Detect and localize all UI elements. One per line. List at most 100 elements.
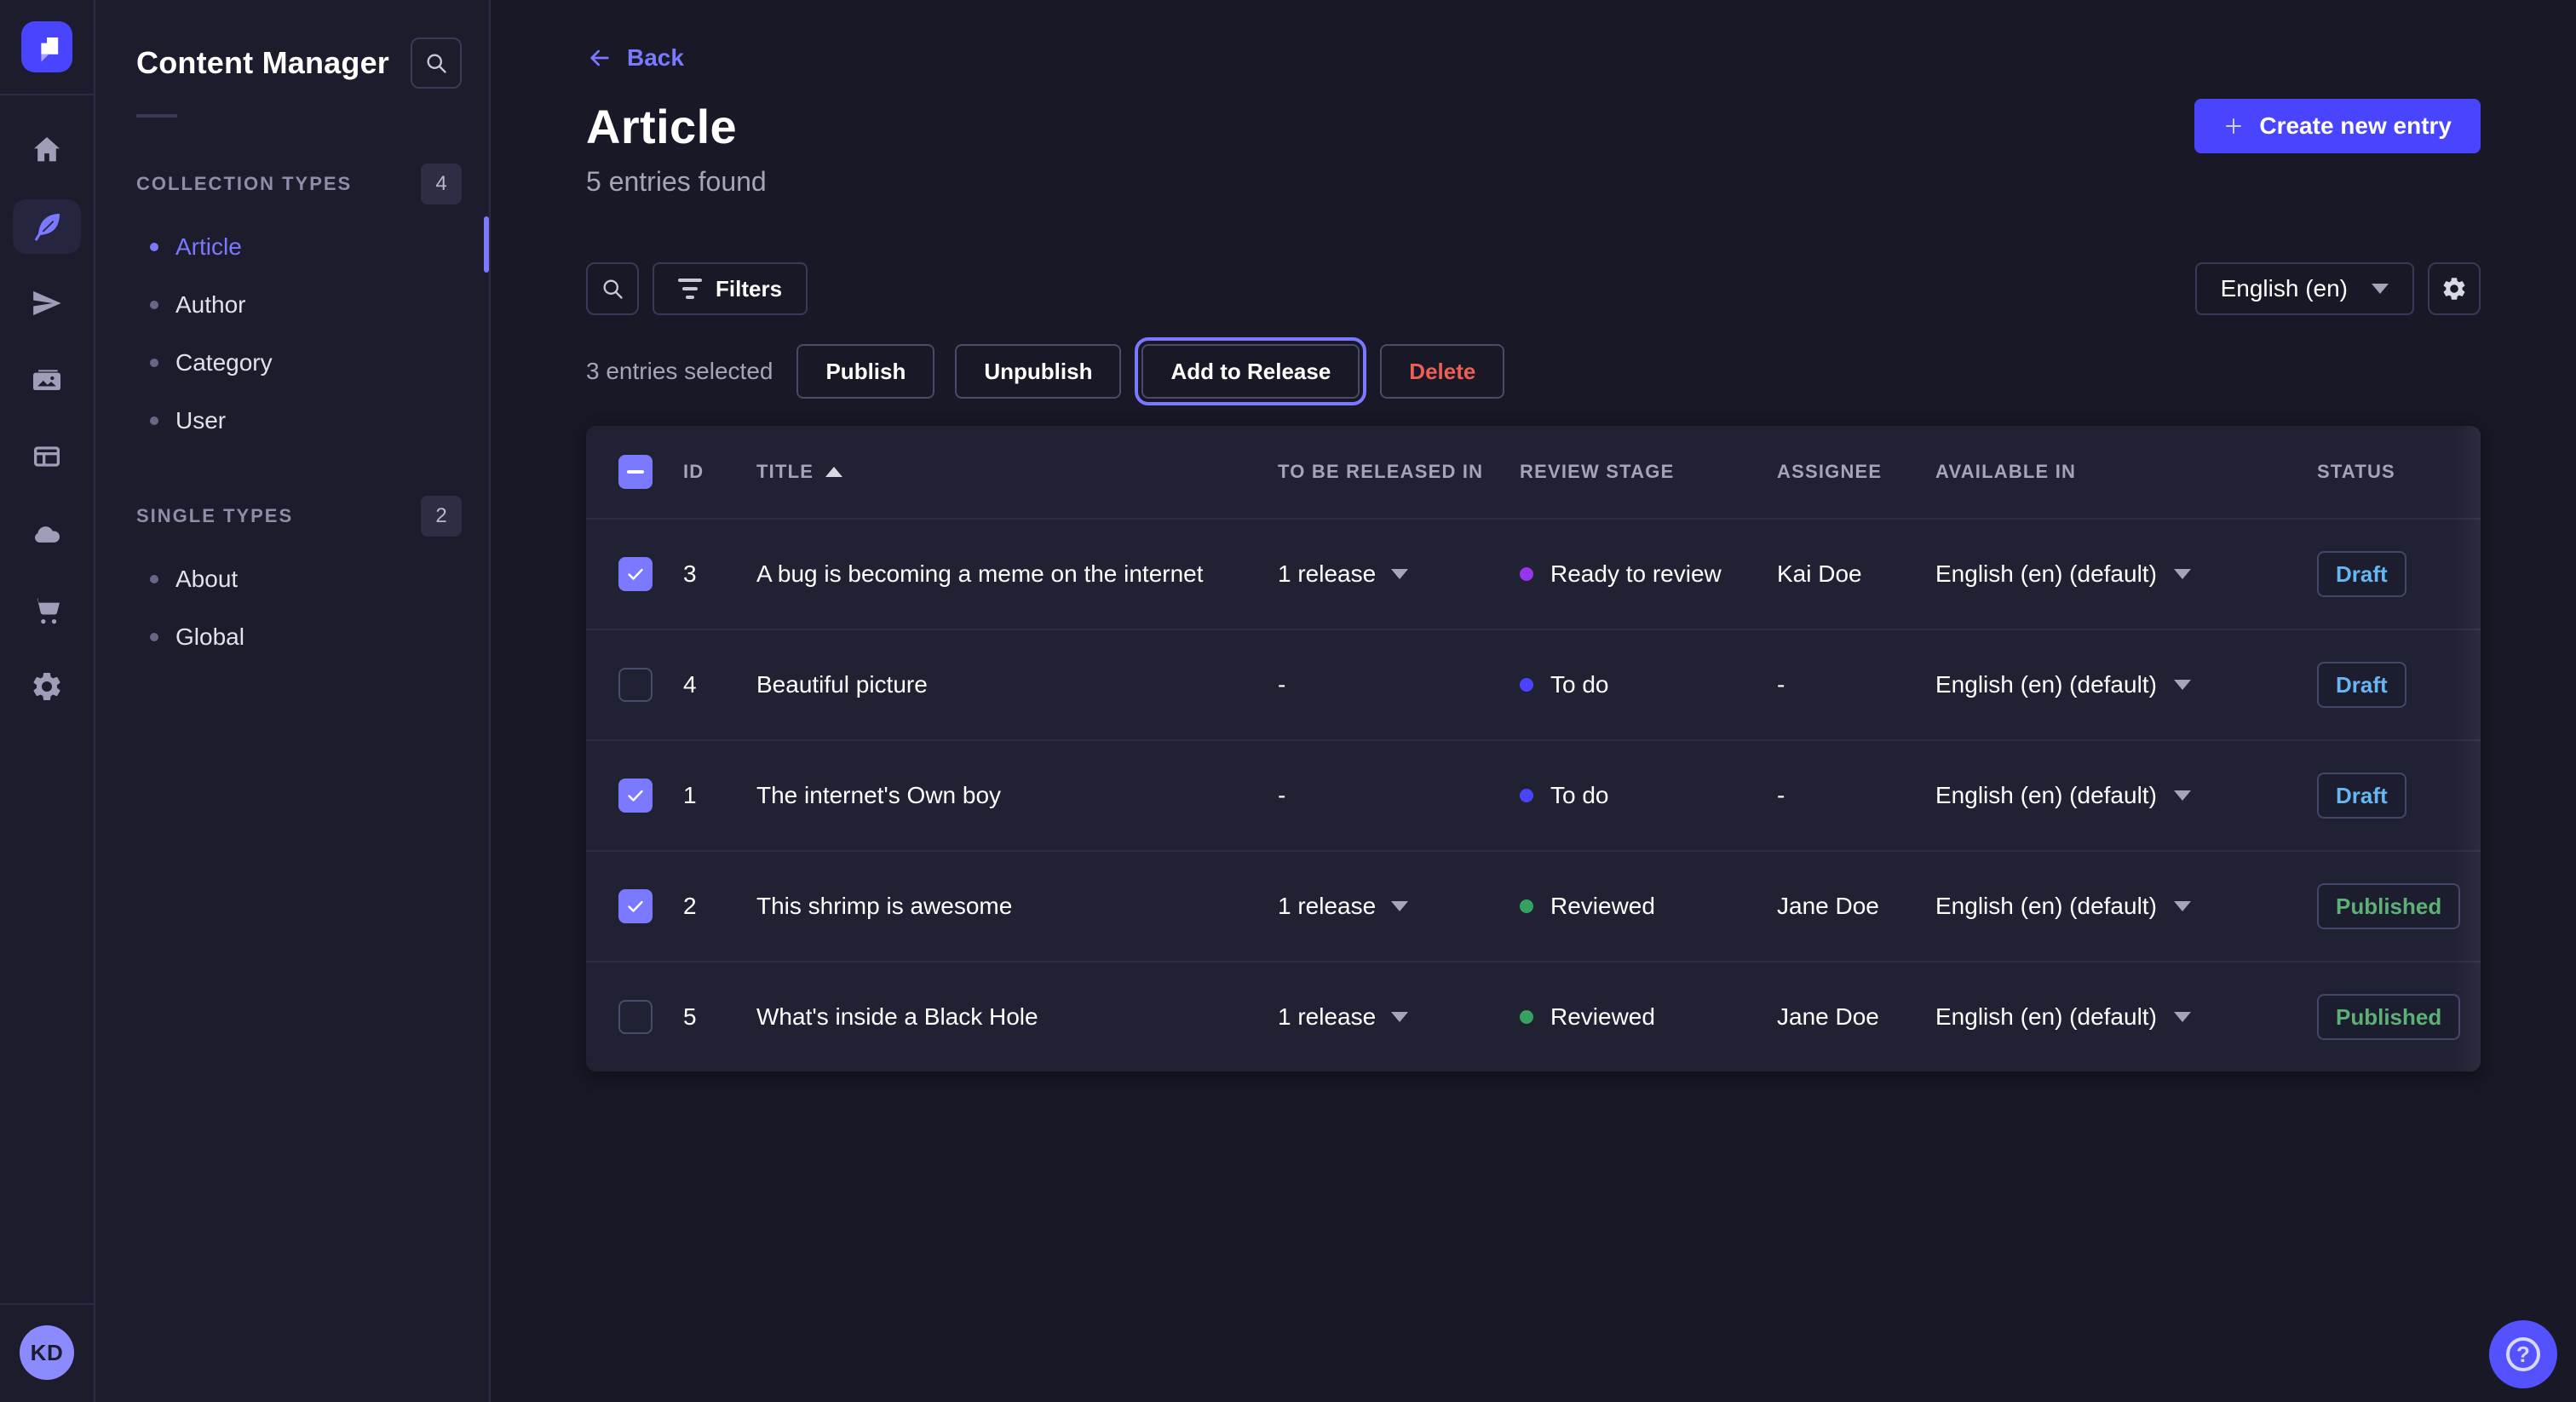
review-stage-dot [1520,789,1533,802]
status-badge: Draft [2317,551,2406,597]
content-manager-sidebar: Content Manager COLLECTION TYPES 4 Artic… [95,0,491,1402]
list-search-button[interactable] [586,262,639,315]
cell-release: 1 release [1278,1003,1376,1031]
entries-table: ID TITLE TO BE RELEASED IN REVIEW STAGE … [586,426,2481,1072]
question-mark-icon: ? [2506,1337,2540,1371]
status-badge: Draft [2317,662,2406,708]
user-avatar[interactable]: KD [20,1325,74,1380]
cell-assignee: Jane Doe [1777,1003,1935,1031]
sidebar-item-global[interactable]: Global [136,608,462,666]
row-checkbox[interactable] [618,889,653,923]
create-new-entry-button[interactable]: Create new entry [2194,99,2481,153]
table-row[interactable]: 4 Beautiful picture - To do - English (e… [586,629,2481,739]
settings-gear-icon [30,669,64,704]
table-row[interactable]: 5 What's inside a Black Hole 1 release R… [586,961,2481,1072]
search-icon [424,51,448,75]
chevron-down-icon [2372,284,2389,294]
header-available-in[interactable]: AVAILABLE IN [1935,461,2317,483]
release-dropdown-icon[interactable] [1391,1012,1408,1022]
cell-review-stage: Reviewed [1550,893,1655,920]
filters-label: Filters [716,276,782,302]
review-stage-dot [1520,1010,1533,1024]
gear-icon [2441,275,2468,302]
status-badge: Draft [2317,773,2406,819]
entries-count-subtitle: 5 entries found [586,166,767,198]
review-stage-dot [1520,678,1533,692]
cell-title: The internet's Own boy [756,782,1278,809]
content-type-builder-button[interactable] [13,429,81,484]
table-row[interactable]: 1 The internet's Own boy - To do - Engli… [586,739,2481,850]
cell-assignee: - [1777,782,1935,809]
view-settings-button[interactable] [2428,262,2481,315]
sidebar-item-label: About [175,566,238,593]
back-label: Back [627,44,684,72]
locale-dropdown-icon[interactable] [2174,569,2191,579]
filters-button[interactable]: Filters [653,262,808,315]
sidebar-item-user[interactable]: User [136,392,462,450]
marketplace-button[interactable] [13,583,81,637]
row-checkbox[interactable] [618,557,653,591]
row-checkbox[interactable] [618,779,653,813]
unpublish-button[interactable]: Unpublish [955,344,1121,399]
header-assignee[interactable]: ASSIGNEE [1777,461,1935,483]
cell-title: Beautiful picture [756,671,1278,698]
release-dropdown-icon[interactable] [1391,901,1408,911]
locale-dropdown-icon[interactable] [2174,1012,2191,1022]
marketplace-cart-icon [30,593,64,627]
locale-dropdown-icon[interactable] [2174,901,2191,911]
sidebar-item-label: Article [175,233,242,261]
header-status[interactable]: STATUS [2317,461,2481,483]
releases-button[interactable] [13,276,81,330]
sidebar-item-article[interactable]: Article [136,218,462,276]
cell-id: 3 [683,560,756,588]
content-manager-button[interactable] [13,199,81,254]
table-row[interactable]: 3 A bug is becoming a meme on the intern… [586,518,2481,629]
cell-id: 4 [683,671,756,698]
arrow-left-icon [586,44,613,72]
sidebar-item-about[interactable]: About [136,550,462,608]
locale-dropdown-icon[interactable] [2174,680,2191,690]
sidebar-item-category[interactable]: Category [136,334,462,392]
locale-select[interactable]: English (en) [2195,262,2414,315]
strapi-logo[interactable] [21,21,72,72]
cell-release: 1 release [1278,893,1376,920]
active-item-scroll-indicator [484,216,489,273]
sidebar-item-author[interactable]: Author [136,276,462,334]
help-button[interactable]: ? [2489,1320,2557,1388]
row-checkbox[interactable] [618,1000,653,1034]
locale-dropdown-icon[interactable] [2174,790,2191,801]
header-id[interactable]: ID [683,461,756,483]
row-checkbox[interactable] [618,668,653,702]
header-review-stage[interactable]: REVIEW STAGE [1520,461,1777,483]
sidebar-title: Content Manager [136,45,389,81]
select-all-checkbox[interactable] [618,455,653,489]
locale-value: English (en) [2221,275,2348,302]
status-badge: Published [2317,883,2460,929]
cell-review-stage: Ready to review [1550,560,1722,588]
sidebar-item-label: Author [175,291,246,319]
header-title-sort[interactable]: TITLE [756,461,1278,483]
cell-available-in: English (en) (default) [1935,893,2157,920]
release-dropdown-icon[interactable] [1391,569,1408,579]
strapi-logo-glyph [28,28,66,66]
cell-review-stage: To do [1550,671,1609,698]
media-library-button[interactable] [13,353,81,407]
deploy-button[interactable] [13,506,81,560]
delete-button[interactable]: Delete [1380,344,1504,399]
table-row[interactable]: 2 This shrimp is awesome 1 release Revie… [586,850,2481,961]
publish-button[interactable]: Publish [796,344,934,399]
logo-section [0,0,94,95]
sidebar-item-label: Category [175,349,273,376]
header-to-be-released-in[interactable]: TO BE RELEASED IN [1278,461,1520,483]
cell-assignee: Jane Doe [1777,893,1935,920]
back-link[interactable]: Back [586,44,684,72]
bullet-icon [150,633,158,641]
rail-settings-button[interactable] [13,659,81,714]
rail-nav [13,123,81,714]
home-button[interactable] [13,123,81,177]
cell-release: 1 release [1278,560,1376,588]
add-to-release-button[interactable]: Add to Release [1141,344,1360,399]
sidebar-search-button[interactable] [411,37,462,89]
filter-icon [678,279,702,299]
content-type-builder-icon [30,440,64,474]
